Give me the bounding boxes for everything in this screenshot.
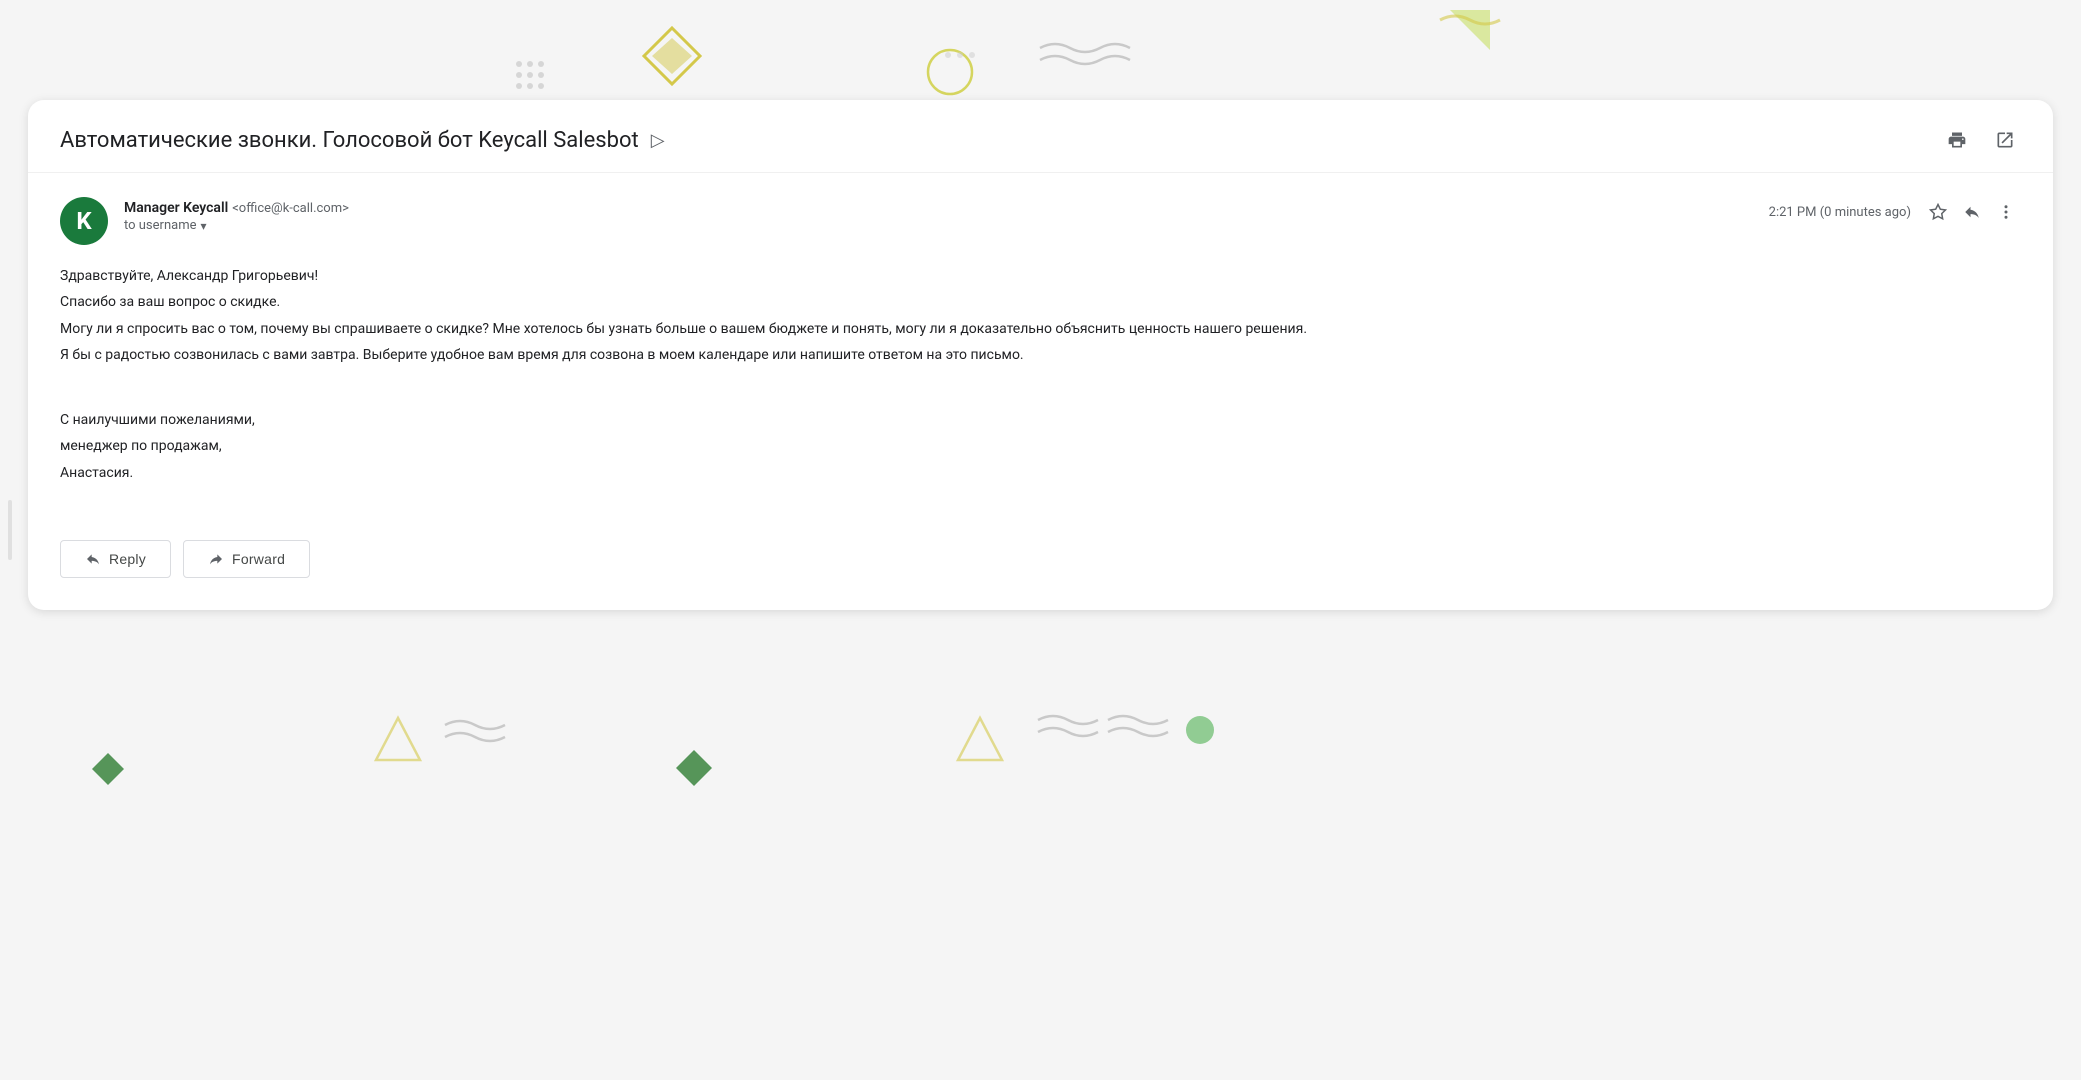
body-gap	[60, 371, 2021, 393]
to-username-text: to username	[124, 218, 196, 233]
more-options-button[interactable]	[1991, 197, 2021, 227]
reply-button-label: Reply	[109, 551, 146, 567]
forward-button-label: Forward	[232, 551, 285, 567]
scroll-indicator	[8, 500, 12, 560]
body-line-1: Здравствуйте, Александр Григорьевич!	[60, 265, 2021, 287]
email-card: Автоматические звонки. Голосовой бот Key…	[28, 100, 2053, 610]
subject-text: Автоматические звонки. Голосовой бот Key…	[60, 128, 639, 153]
sender-email: <office@k-call.com>	[232, 201, 349, 216]
email-subject-bar: Автоматические звонки. Голосовой бот Key…	[28, 100, 2053, 173]
popout-button[interactable]	[1989, 124, 2021, 156]
message-header: K Manager Keycall <office@k-call.com> to…	[60, 197, 2021, 245]
body-line-6: менеджер по продажам,	[60, 435, 2021, 457]
body-line-7: Анастасия.	[60, 462, 2021, 484]
email-body: Здравствуйте, Александр Григорьевич! Спа…	[60, 265, 2021, 520]
meta-icons	[1923, 197, 2021, 227]
email-message: K Manager Keycall <office@k-call.com> to…	[28, 173, 2053, 520]
timestamp: 2:21 PM (0 minutes ago)	[1769, 205, 1911, 220]
message-meta: 2:21 PM (0 minutes ago)	[1769, 197, 2021, 227]
subject-right	[1941, 124, 2021, 156]
body-line-5: С наилучшими пожеланиями,	[60, 409, 2021, 431]
avatar: K	[60, 197, 108, 245]
star-button[interactable]	[1923, 197, 1953, 227]
action-buttons: Reply Forward	[28, 520, 2053, 610]
sender-name: Manager Keycall	[124, 200, 228, 216]
reply-button[interactable]: Reply	[60, 540, 171, 578]
print-button[interactable]	[1941, 124, 1973, 156]
forward-button[interactable]: Forward	[183, 540, 310, 578]
chevron-down-icon: ▾	[200, 219, 206, 233]
to-username[interactable]: to username ▾	[124, 218, 349, 233]
sender-name-row: Manager Keycall <office@k-call.com>	[124, 197, 349, 216]
sender-details: Manager Keycall <office@k-call.com> to u…	[124, 197, 349, 233]
body-line-2: Спасибо за ваш вопрос о скидке.	[60, 291, 2021, 313]
body-line-4: Я бы с радостью созвонилась с вами завтр…	[60, 344, 2021, 366]
reply-icon-button[interactable]	[1957, 197, 1987, 227]
sender-info: K Manager Keycall <office@k-call.com> to…	[60, 197, 349, 245]
label-icon: ▷	[651, 130, 665, 151]
avatar-letter: K	[76, 207, 91, 235]
body-line-3: Могу ли я спросить вас о том, почему вы …	[60, 318, 2021, 340]
subject-left: Автоматические звонки. Голосовой бот Key…	[60, 128, 665, 153]
